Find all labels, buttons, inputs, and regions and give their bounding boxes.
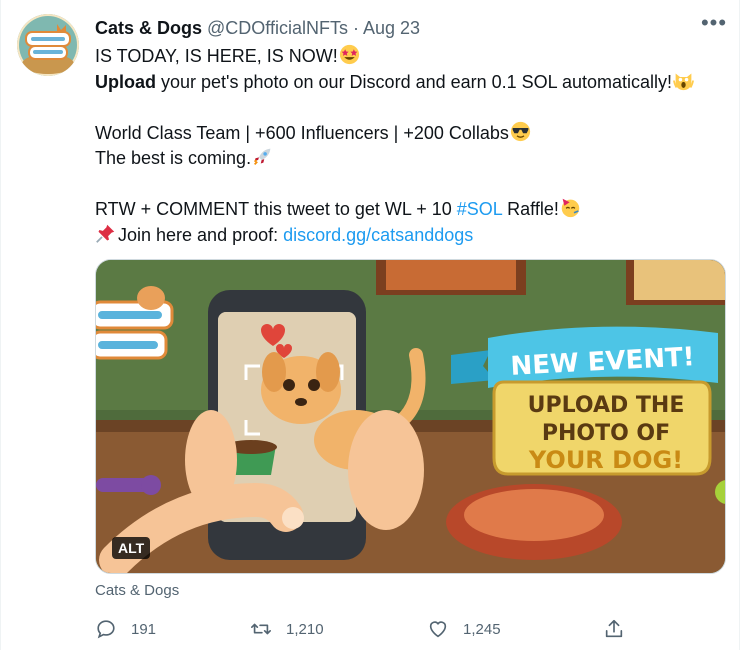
retweet-icon (251, 623, 271, 635)
author-avatar[interactable] (17, 14, 79, 76)
star-struck-emoji-icon (339, 44, 359, 65)
rocket-emoji-icon (254, 148, 271, 165)
alt-badge[interactable]: ALT (112, 537, 151, 559)
retweet-button[interactable]: 1,210 (250, 618, 324, 640)
party-face-emoji-icon (561, 198, 580, 218)
like-button[interactable]: 1,245 (427, 618, 501, 640)
event-promo-image: NEW EVENT! UPLOAD THE PHOTO OF YOUR DOG! (96, 260, 725, 573)
reply-icon (97, 620, 115, 639)
reply-button[interactable]: 191 (95, 618, 156, 640)
tweet-line-5: RTW + COMMENT this tweet to get WL + 10 … (95, 197, 725, 223)
author-name[interactable]: Cats & Dogs (95, 18, 202, 38)
tweet-text: IS TODAY, IS HERE, IS NOW! Upload your p… (95, 44, 725, 248)
pushpin-emoji-icon (96, 224, 115, 243)
tweet-line-3-text: World Class Team | +600 Influencers | +2… (95, 122, 509, 143)
tweet-line-2-bold: Upload (95, 71, 156, 92)
author-handle[interactable]: @CDOfficialNFTs (207, 18, 348, 38)
avatar-logo-icon (17, 14, 79, 76)
tweet-line-2-text: your pet's photo on our Discord and earn… (156, 71, 673, 92)
tweet-line-3: World Class Team | +600 Influencers | +2… (95, 121, 725, 147)
tweet[interactable]: Cats & Dogs @CDOfficialNFTs · Aug 23 •••… (0, 0, 740, 650)
tweet-line-5-text: RTW + COMMENT this tweet to get WL + 10 (95, 199, 457, 219)
tweet-actions: 191 1,210 1,245 (95, 618, 635, 644)
tweet-header: Cats & Dogs @CDOfficialNFTs · Aug 23 (95, 17, 420, 39)
tweet-line-1: IS TODAY, IS HERE, IS NOW! (95, 44, 725, 70)
share-icon (605, 619, 623, 638)
tweet-line-4-text: The best is coming. (95, 148, 252, 168)
sign-line-3: YOUR DOG! (528, 446, 683, 474)
like-count: 1,245 (463, 620, 501, 638)
tweet-line-5-text-end: Raffle! (502, 199, 559, 219)
screaming-cat-emoji-icon (673, 73, 695, 90)
sign-line-1: UPLOAD THE (528, 393, 685, 418)
more-dots-icon[interactable]: ••• (699, 12, 729, 38)
retweet-count: 1,210 (286, 620, 324, 638)
tweet-line-1-text: IS TODAY, IS HERE, IS NOW! (95, 46, 338, 66)
share-button[interactable] (603, 618, 625, 640)
tweet-line-2: Upload your pet's photo on our Discord a… (95, 70, 725, 96)
header-separator: · (353, 18, 359, 38)
hashtag-link[interactable]: #SOL (457, 199, 502, 219)
media-source-label[interactable]: Cats & Dogs (95, 582, 179, 600)
tweet-media-image[interactable]: NEW EVENT! UPLOAD THE PHOTO OF YOUR DOG!… (95, 259, 726, 574)
tweet-line-6: Join here and proof: discord.gg/catsandd… (95, 223, 725, 249)
tweet-date[interactable]: Aug 23 (363, 18, 420, 38)
tweet-line-6-text: Join here and proof: (118, 224, 284, 245)
sunglasses-emoji-icon (510, 121, 531, 141)
discord-link[interactable]: discord.gg/catsanddogs (283, 225, 473, 245)
reply-count: 191 (131, 620, 157, 638)
heart-icon (429, 621, 447, 638)
tweet-line-4: The best is coming. (95, 146, 725, 172)
sign-line-2: PHOTO OF (542, 421, 670, 446)
